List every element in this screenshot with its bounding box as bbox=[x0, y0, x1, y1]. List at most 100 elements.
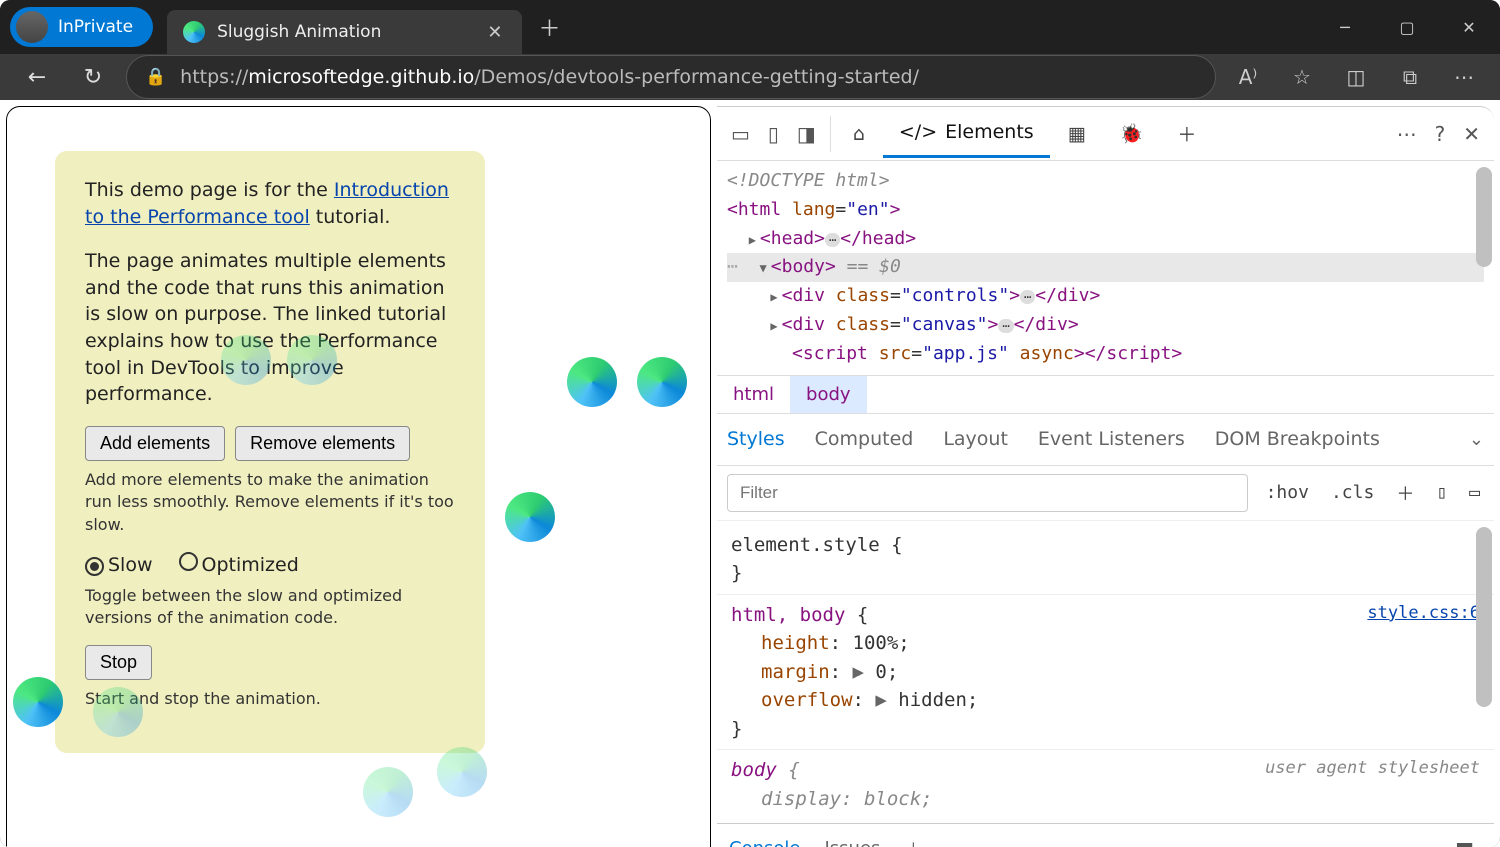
styles-pane[interactable]: element.style { } style.css:6html, body … bbox=[717, 521, 1494, 824]
chevron-down-icon[interactable]: ⌄ bbox=[1469, 429, 1484, 450]
more-icon[interactable]: ⋯ bbox=[1442, 55, 1486, 99]
style-rule-ua: user agent stylesheetbody { bbox=[731, 756, 1480, 785]
dom-node[interactable]: <head>⋯</head> bbox=[727, 225, 1484, 254]
devtools-tabbar: ▭ ▯ ◨ ⌂ </>Elements ▦ 🐞 ＋ ⋯ ? ✕ bbox=[717, 107, 1494, 161]
drawer-expand-icon[interactable]: ⬒ bbox=[1447, 829, 1482, 847]
maximize-button[interactable] bbox=[1376, 0, 1438, 54]
close-devtools-icon[interactable]: ✕ bbox=[1455, 114, 1488, 154]
inprivate-label: InPrivate bbox=[58, 17, 133, 37]
back-button[interactable]: ← bbox=[14, 54, 60, 100]
toggle-help-text: Toggle between the slow and optimized ve… bbox=[85, 585, 455, 630]
dom-breadcrumb: html body bbox=[717, 375, 1494, 414]
slow-radio[interactable]: Slow bbox=[85, 552, 153, 579]
split-screen-icon[interactable]: ◫ bbox=[1334, 55, 1378, 99]
dom-breakpoints-tab[interactable]: DOM Breakpoints bbox=[1215, 428, 1380, 450]
devtools-drawer: Console Issues ＋ ▭ ⬒ bbox=[717, 823, 1494, 847]
close-window-button[interactable] bbox=[1438, 0, 1500, 54]
refresh-button[interactable]: ↻ bbox=[70, 54, 116, 100]
styles-toolbar: :hov .cls ＋ ▯ ▭ bbox=[717, 466, 1494, 521]
style-prop[interactable]: overflow: ▶ hidden; bbox=[731, 686, 1480, 715]
cls-button[interactable]: .cls bbox=[1327, 478, 1378, 507]
add-help-text: Add more elements to make the animation … bbox=[85, 469, 455, 536]
edge-logo-icon bbox=[221, 335, 271, 385]
issues-drawer-tab[interactable]: Issues bbox=[824, 838, 880, 847]
minimize-button[interactable] bbox=[1314, 0, 1376, 54]
drawer-issue-icon[interactable]: ▭ bbox=[1388, 829, 1423, 847]
add-drawer-tab[interactable]: ＋ bbox=[904, 836, 922, 847]
edge-logo-icon bbox=[363, 767, 413, 817]
titlebar: InPrivate Sluggish Animation ✕ ＋ bbox=[0, 0, 1500, 54]
computed-tab[interactable]: Computed bbox=[815, 428, 914, 450]
lock-icon: 🔒 bbox=[145, 67, 166, 87]
tab-title: Sluggish Animation bbox=[217, 22, 381, 42]
elements-tab[interactable]: </>Elements bbox=[883, 109, 1050, 158]
dom-node[interactable]: <html lang="en"> bbox=[727, 196, 1484, 225]
favorite-icon[interactable]: ☆ bbox=[1280, 55, 1324, 99]
toolbar: ← ↻ 🔒 https://microsoftedge.github.io/De… bbox=[0, 54, 1500, 100]
hov-button[interactable]: :hov bbox=[1262, 478, 1313, 507]
device-toolbar-icon[interactable]: ▯ bbox=[760, 114, 787, 154]
performance-tool-tab[interactable]: ▦ bbox=[1052, 111, 1102, 157]
event-listeners-tab[interactable]: Event Listeners bbox=[1038, 428, 1185, 450]
dom-node[interactable]: <div class="controls">⋯</div> bbox=[727, 282, 1484, 311]
new-tab-button[interactable]: ＋ bbox=[538, 11, 560, 43]
computed-sidebar-icon[interactable]: ▭ bbox=[1465, 478, 1484, 507]
add-elements-button[interactable]: Add elements bbox=[85, 426, 225, 461]
devtools-panel: ▭ ▯ ◨ ⌂ </>Elements ▦ 🐞 ＋ ⋯ ? ✕ <!DOCTYP… bbox=[717, 106, 1494, 847]
breadcrumb-html[interactable]: html bbox=[717, 376, 790, 413]
url-text: https://microsoftedge.github.io/Demos/de… bbox=[180, 66, 919, 88]
new-style-rule-icon[interactable]: ＋ bbox=[1392, 476, 1418, 510]
dom-node[interactable]: <script src="app.js" async></script> bbox=[727, 340, 1484, 369]
address-bar[interactable]: 🔒 https://microsoftedge.github.io/Demos/… bbox=[126, 55, 1216, 99]
remove-elements-button[interactable]: Remove elements bbox=[235, 426, 410, 461]
styles-tabbar: Styles Computed Layout Event Listeners D… bbox=[717, 414, 1494, 466]
styles-filter-input[interactable] bbox=[727, 474, 1248, 512]
dom-tree[interactable]: <!DOCTYPE html> <html lang="en"> <head>⋯… bbox=[717, 161, 1494, 375]
inprivate-badge[interactable]: InPrivate bbox=[10, 7, 153, 47]
avatar-icon bbox=[16, 11, 48, 43]
style-rule[interactable]: } bbox=[731, 715, 1480, 744]
style-rule[interactable]: element.style { bbox=[731, 531, 1480, 560]
style-prop[interactable]: margin: ▶ 0; bbox=[731, 658, 1480, 687]
dock-icon[interactable]: ◨ bbox=[789, 114, 824, 154]
demo-panel: This demo page is for the Introduction t… bbox=[55, 151, 485, 753]
page-viewport: This demo page is for the Introduction t… bbox=[6, 106, 711, 847]
intro-text: This demo page is for the Introduction t… bbox=[85, 177, 455, 230]
mode-radio-group: Slow Optimized bbox=[85, 552, 455, 579]
style-rule[interactable]: } bbox=[731, 559, 1480, 588]
edge-logo-icon bbox=[567, 357, 617, 407]
stop-button[interactable]: Stop bbox=[85, 645, 152, 680]
tab-close-icon[interactable]: ✕ bbox=[483, 22, 506, 43]
breadcrumb-body[interactable]: body bbox=[790, 376, 867, 413]
layout-tab[interactable]: Layout bbox=[943, 428, 1008, 450]
welcome-tab[interactable]: ⌂ bbox=[837, 111, 881, 157]
edge-logo-icon bbox=[505, 492, 555, 542]
edge-logo-icon bbox=[637, 357, 687, 407]
edge-logo-icon bbox=[437, 747, 487, 797]
console-drawer-tab[interactable]: Console bbox=[729, 838, 800, 847]
read-aloud-icon[interactable]: A⁾ bbox=[1226, 55, 1270, 99]
edge-logo-icon bbox=[287, 335, 337, 385]
window-controls bbox=[1314, 0, 1500, 54]
browser-tab[interactable]: Sluggish Animation ✕ bbox=[167, 10, 522, 54]
help-icon[interactable]: ? bbox=[1427, 114, 1454, 154]
dom-node-selected[interactable]: ⋯ <body> == $0 bbox=[727, 253, 1484, 282]
dom-node[interactable]: <!DOCTYPE html> bbox=[727, 167, 1484, 196]
edge-logo-icon bbox=[93, 687, 143, 737]
optimized-radio[interactable]: Optimized bbox=[179, 552, 299, 579]
styles-tab[interactable]: Styles bbox=[727, 428, 785, 450]
sources-tab[interactable]: 🐞 bbox=[1104, 110, 1160, 157]
style-rule[interactable]: style.css:6html, body { bbox=[731, 601, 1480, 630]
style-source-link[interactable]: style.css:6 bbox=[1367, 601, 1480, 627]
favicon-icon bbox=[183, 21, 205, 43]
style-prop[interactable]: height: 100%; bbox=[731, 629, 1480, 658]
dom-node[interactable]: <div class="canvas">⋯</div> bbox=[727, 311, 1484, 340]
inspect-icon[interactable]: ▭ bbox=[723, 114, 758, 154]
description-text: The page animates multiple elements and … bbox=[85, 248, 455, 408]
add-tab-button[interactable]: ＋ bbox=[1161, 108, 1212, 159]
device-icon[interactable]: ▯ bbox=[1432, 478, 1451, 507]
more-tools-icon[interactable]: ⋯ bbox=[1389, 114, 1425, 154]
style-prop: display: block; bbox=[731, 785, 1480, 814]
collections-icon[interactable]: ⧉ bbox=[1388, 55, 1432, 99]
edge-logo-icon bbox=[13, 677, 63, 727]
